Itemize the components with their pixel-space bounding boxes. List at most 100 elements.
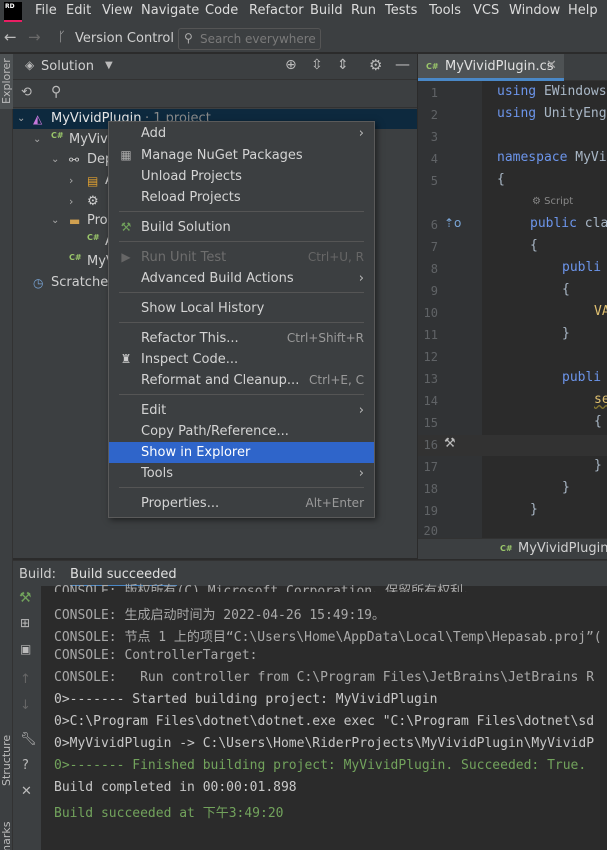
menu-item-copy-path[interactable]: Copy Path/Reference... [109,421,374,442]
menu-build[interactable]: Build [310,3,343,18]
forward-arrow-icon[interactable]: → [28,28,41,46]
chevron-down-icon[interactable]: ⌄ [51,211,59,231]
explorer-tool-tab[interactable]: Explorer [0,58,13,104]
line-number: 13 [423,372,438,386]
menu-item-run-unit-test[interactable]: ▶ Run Unit Test Ctrl+U, R [109,247,374,268]
line-number: 18 [423,482,438,496]
line-number: 15 [423,416,438,430]
menu-item-reload-projects[interactable]: Reload Projects [109,187,374,208]
solution-icon: ◭ [33,112,43,126]
code-line: { [562,282,570,297]
menu-item-inspect-code[interactable]: ♜ Inspect Code... [109,349,374,370]
chevron-right-icon[interactable]: › [69,171,73,191]
hammer-icon[interactable]: ⚒ [444,436,456,451]
solution-toolbar: ⟲ ⚲ [13,80,417,108]
csharp-project-icon: C# [51,131,64,140]
chevron-down-icon[interactable]: ⌄ [33,130,41,150]
menu-code[interactable]: Code [205,3,238,18]
menu-item-manage-nuget[interactable]: ▦ Manage NuGet Packages [109,145,374,166]
filter-icon[interactable]: ▣ [20,642,31,656]
play-icon: ▶ [121,250,131,264]
line-number: 12 [423,350,438,364]
expand-all-icon[interactable]: ⇳ [311,57,323,73]
menu-item-reformat-cleanup[interactable]: Reformat and Cleanup... Ctrl+E, C [109,370,374,391]
menu-refactor[interactable]: Refactor [249,3,304,18]
menu-item-refactor-this[interactable]: Refactor This... Ctrl+Shift+R [109,328,374,349]
chevron-right-icon[interactable]: › [69,192,73,212]
tree-view-icon[interactable]: ⊞ [20,616,30,630]
console-line: Build completed in 00:00:01.898 [54,780,297,795]
gear-icon[interactable]: ⚙ [369,56,382,74]
menu-file[interactable]: File [35,3,57,18]
refresh-icon[interactable]: ⟲ [21,85,32,100]
menu-view[interactable]: View [102,3,133,18]
search-icon[interactable]: ⚲ [51,84,61,100]
menu-item-advanced-build[interactable]: Advanced Build Actions › [109,268,374,289]
menu-item-local-history[interactable]: Show Local History [109,298,374,319]
search-everywhere-box[interactable]: ⚲ Search everywhere [178,28,321,50]
close-icon[interactable]: ✕ [21,784,32,799]
search-icon: ⚲ [184,31,193,45]
target-icon[interactable]: ⊕ [285,57,297,73]
csharp-file-icon: C# [87,233,100,242]
build-label: Build: [19,567,57,582]
line-number: 20 [423,524,438,538]
hammer-icon[interactable]: ⚒ [19,590,32,606]
chevron-down-icon[interactable]: ▼ [105,60,113,71]
menu-item-build-solution[interactable]: ⚒ Build Solution [109,217,374,238]
hammer-icon: ⚒ [120,220,132,234]
minimize-icon[interactable]: — [395,55,410,73]
chevron-down-icon[interactable]: ⌄ [51,150,59,170]
menu-item-show-in-explorer[interactable]: Show in Explorer [109,442,374,463]
script-hint: ⚙ Script [532,196,574,207]
line-number: 8 [430,262,438,276]
structure-tool-tab[interactable]: Structure [0,735,13,786]
menu-item-properties[interactable]: Properties... Alt+Enter [109,493,374,514]
code-line: public cla [530,216,607,231]
console-line: CONSOLE: 版权所有(C) Microsoft Corporation。保… [54,584,477,592]
back-arrow-icon[interactable]: ← [4,28,17,46]
console-line: 0>MyVividPlugin -> C:\Users\Home\RiderPr… [54,736,595,751]
code-line: } [530,502,538,517]
build-tool-column: ⚒ ⊞ ▣ ↑ ↓ 🔧︎ ? ✕ [13,586,41,850]
editor-tab[interactable]: C# MyVividPlugin.cs ✕ [418,54,564,81]
menu-item-edit[interactable]: Edit › [109,400,374,421]
line-number: 1 [430,86,438,100]
menu-tests[interactable]: Tests [385,3,417,18]
arrow-down-icon[interactable]: ↓ [20,698,31,713]
menu-navigate[interactable]: Navigate [141,3,199,18]
close-icon[interactable]: ✕ [546,58,557,73]
line-number: 2 [430,108,438,122]
chevron-down-icon[interactable]: ⌄ [17,109,25,129]
rider-logo: RD [4,2,22,22]
collapse-all-icon[interactable]: ⇕ [337,57,349,73]
line-number: 10 [423,306,438,320]
implementation-gutter-icon[interactable]: ⇡o [444,216,461,230]
arrow-up-icon[interactable]: ↑ [20,672,31,687]
code-line: using UnityEng [497,106,607,121]
menu-item-add[interactable]: Add › [109,123,374,144]
menu-help[interactable]: Help [568,3,598,18]
help-icon[interactable]: ? [22,758,29,773]
wrench-icon[interactable]: 🔧︎ [20,732,37,747]
menu-item-tools[interactable]: Tools › [109,463,374,484]
console-line: 0>------- Started building project: MyVi… [54,692,438,707]
bookmarks-tool-tab[interactable]: Bookmarks [0,822,13,850]
version-control-button[interactable]: Version Control [75,31,174,46]
menu-separator [119,241,364,242]
folder-icon: ▬ [69,214,81,228]
menu-item-unload-projects[interactable]: Unload Projects [109,166,374,187]
menu-edit[interactable]: Edit [66,3,91,18]
breadcrumb-label[interactable]: MyVividPlugin [518,541,607,556]
menu-tools[interactable]: Tools [429,3,461,18]
menu-separator [119,394,364,395]
csharp-file-icon: C# [69,253,82,262]
menu-run[interactable]: Run [351,3,376,18]
menu-vcs[interactable]: VCS [473,3,499,18]
line-number: 3 [430,130,438,144]
console-line: CONSOLE: Run controller from C:\Program … [54,670,595,685]
menu-window[interactable]: Window [509,3,560,18]
solution-title[interactable]: Solution [41,59,94,74]
code-line: { [594,414,602,429]
gear-icon: ⚙ [87,194,99,209]
